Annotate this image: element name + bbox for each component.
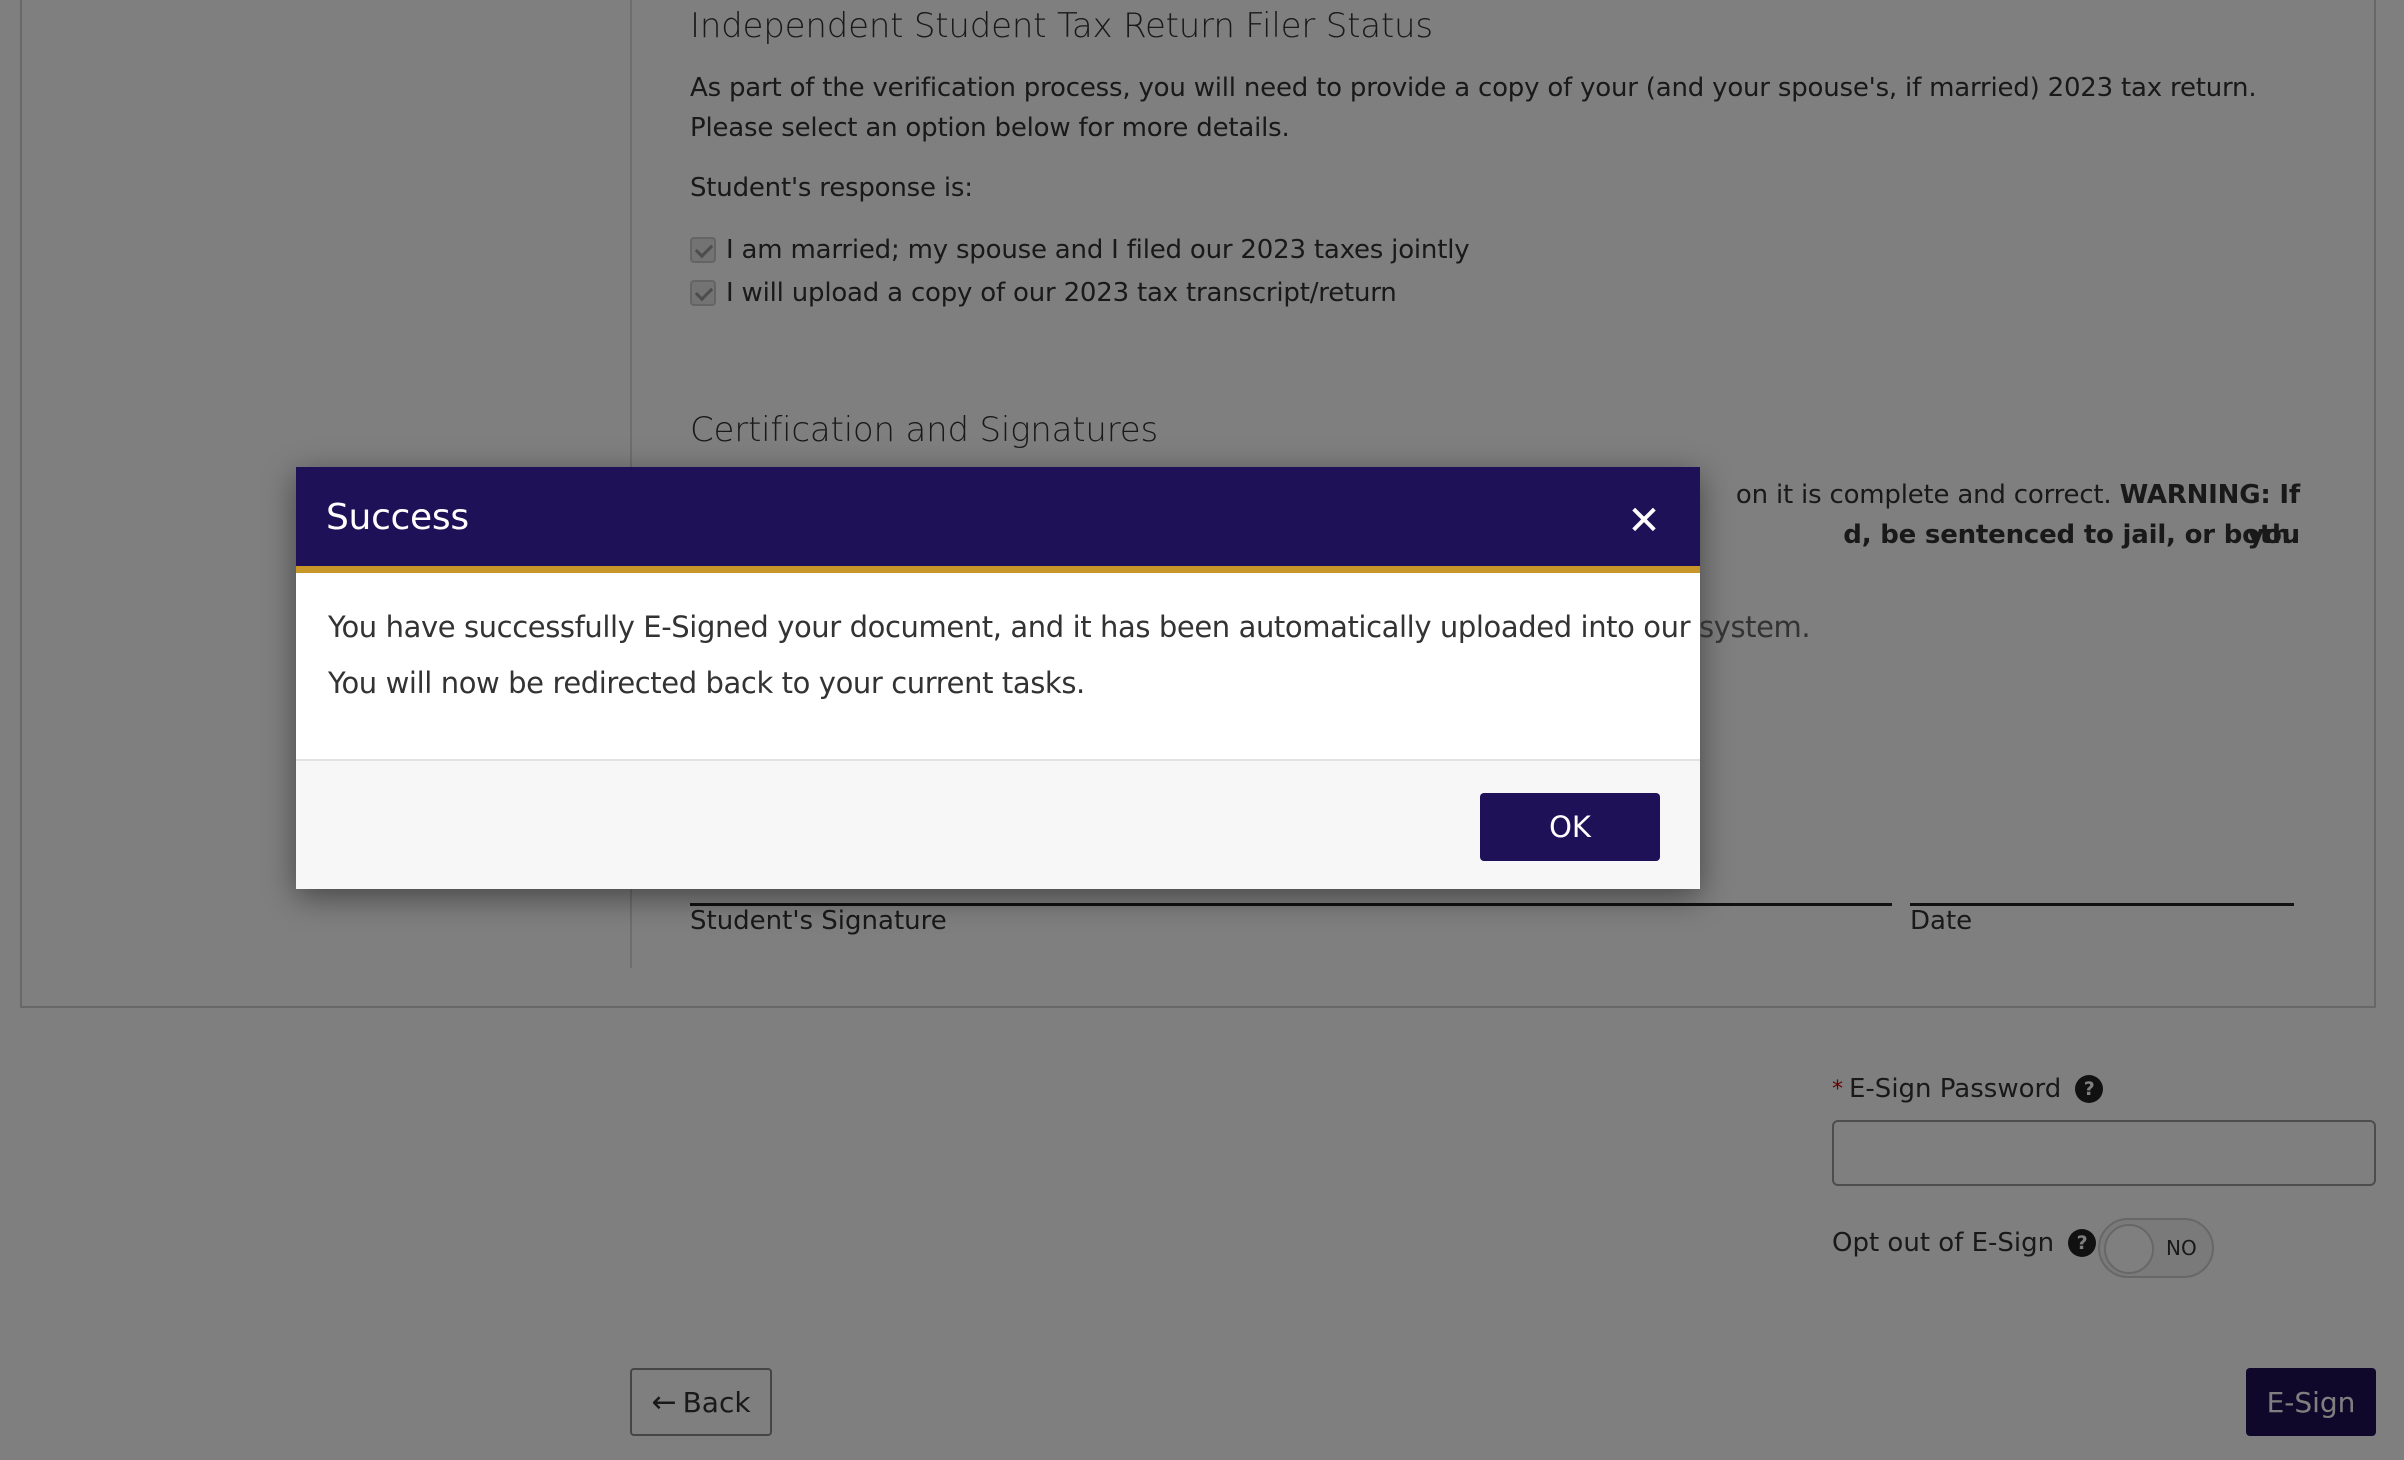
close-icon[interactable]: ✕	[1616, 493, 1672, 549]
modal-title: Success	[326, 497, 469, 538]
modal-footer: OK	[296, 759, 1700, 889]
ok-button[interactable]: OK	[1480, 793, 1660, 861]
modal-message-line2: You will now be redirected back to your …	[328, 666, 1085, 700]
modal-body: You have successfully E-Signed your docu…	[328, 599, 1811, 711]
success-modal: Success ✕ You have successfully E-Signed…	[296, 467, 1811, 889]
modal-message-line1: You have successfully E-Signed your docu…	[328, 610, 1811, 644]
page: Independent Student Tax Return Filer Sta…	[0, 0, 2404, 1460]
modal-header: Success ✕	[296, 467, 1700, 573]
